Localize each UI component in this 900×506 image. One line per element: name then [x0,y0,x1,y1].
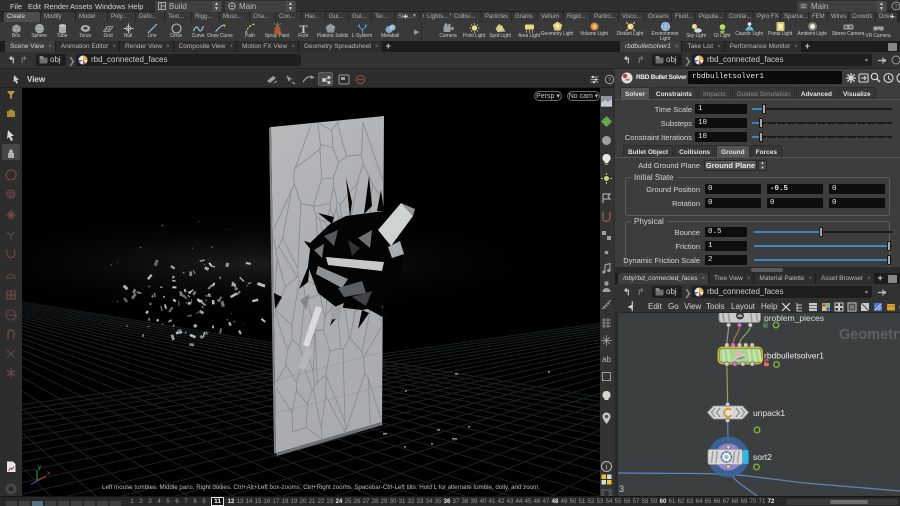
svg-text:?: ? [894,4,898,11]
svg-text:Geometry: Geometry [839,327,900,343]
svg-text:3: 3 [619,484,624,494]
svg-text:unpack1: unpack1 [753,408,785,418]
svg-text:ab: ab [602,355,611,364]
svg-text:y: y [38,465,41,471]
svg-text:sort2: sort2 [753,452,772,462]
svg-text:problem_pieces: problem_pieces [764,313,824,323]
svg-text:?: ? [608,77,612,84]
svg-text:i: i [606,463,608,472]
svg-text:x: x [47,471,50,477]
svg-text:rbdbulletsolver1: rbdbulletsolver1 [764,351,824,361]
